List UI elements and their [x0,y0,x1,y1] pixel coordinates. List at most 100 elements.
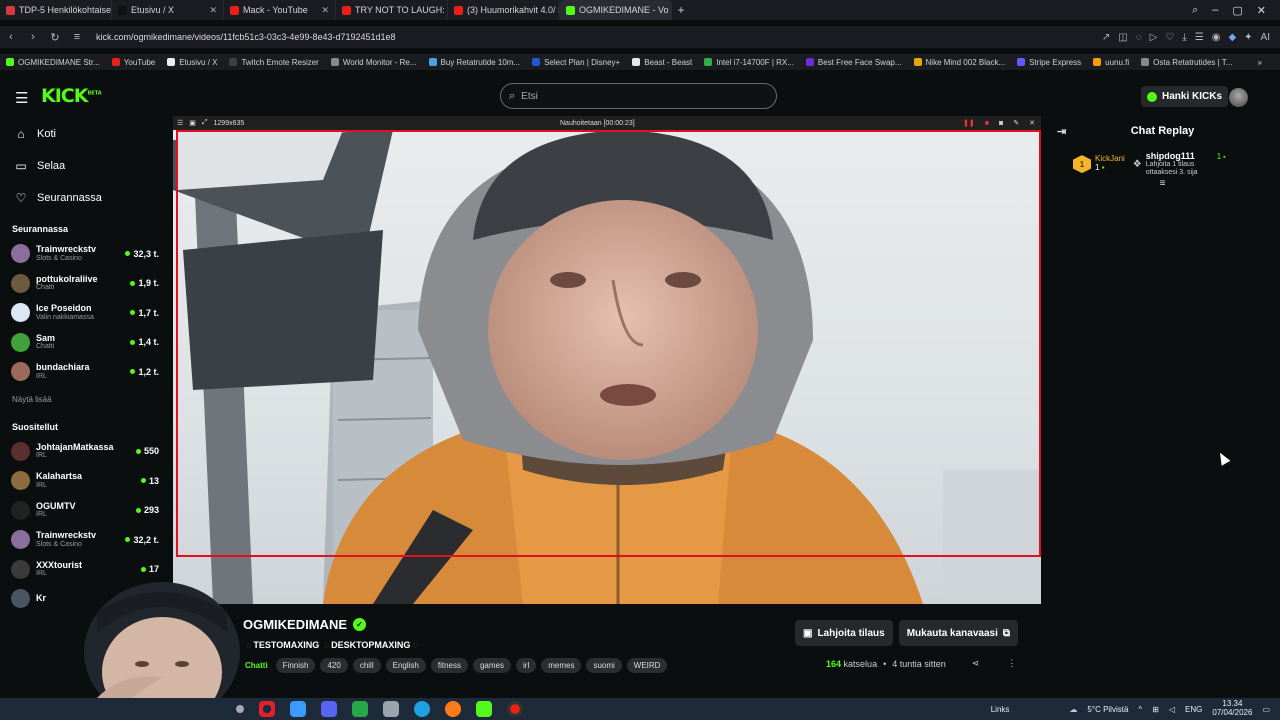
close-recorder-icon[interactable]: ✕ [1029,119,1035,127]
recorder-resize-icon[interactable]: ⤢ [202,119,208,127]
bookmark-item[interactable]: OGMIKEDIMANE Str... [0,58,106,67]
browser-tab[interactable]: OGMIKEDIMANE - Vo✕ [560,0,672,20]
clock[interactable]: 13.34 07/04/2026 [1212,699,1252,718]
site-info-icon[interactable]: ≡ [66,31,88,43]
gift-slot-2[interactable]: ❖ shipdog111 1 ▪ Lahjoita 1 tilaus ottaa… [1133,151,1226,176]
collapse-chat-icon[interactable]: ⇥ [1057,125,1066,138]
reload-button[interactable]: ↻ [44,31,66,44]
expand-leaderboard-icon[interactable]: ≡ [1045,178,1280,189]
channel-name[interactable]: OGMIKEDIMANE ✓ [243,617,366,632]
bookmark-star-icon[interactable]: ♡ [1165,32,1174,43]
volume-icon[interactable]: ◁ [1169,705,1175,714]
network-icon[interactable]: ⊞ [1152,705,1159,714]
browser-tab[interactable]: TDP-5 Henkilökohtaisesti✕ [0,0,112,20]
hamburger-menu-icon[interactable]: ☰ [15,89,28,107]
tag-chip[interactable]: games [472,658,511,673]
user-avatar[interactable] [1229,88,1248,107]
opera-icon[interactable] [259,701,275,717]
channel-item[interactable]: OGUMTV IRL 293 [0,496,170,526]
browser-tab[interactable]: Mack - YouTube ✕ [224,0,336,20]
get-kicks-button[interactable]: Hanki KICKs [1141,86,1229,107]
channel-item[interactable]: JohtajanMatkassa IRL 550 [0,437,170,467]
show-more-link[interactable]: Näytä lisää [0,387,170,412]
notifications-icon[interactable]: ▭ [1262,705,1270,714]
search-input[interactable] [521,90,742,102]
shield-icon[interactable]: ◌ [1136,32,1142,43]
edge-icon[interactable] [414,701,430,717]
browser-tab[interactable]: (3) Huumorikahvit 4.0/ Sp✕ [448,0,560,20]
bookmark-item[interactable]: Osta Retatrutides | T... [1135,58,1238,67]
more-options-icon[interactable]: ⋮ [1007,658,1016,669]
tag-chip[interactable]: 420 [320,658,348,673]
stream-category[interactable]: Chatti [242,658,271,673]
channel-item[interactable]: bundachiara IRL 1,2 t. [0,357,170,387]
bookmark-item[interactable]: Nike Mind 002 Black... [908,58,1012,67]
channel-item[interactable]: Sam Chatti 1,4 t. [0,328,170,358]
app-grid-icon[interactable] [290,701,306,717]
nav-home[interactable]: ⌂ Koti [0,118,170,150]
recorder-window-icon[interactable]: ▣ [189,119,196,127]
bookmark-item[interactable]: YouTube [106,58,161,67]
ai-icon[interactable]: AI [1261,32,1270,43]
bookmark-item[interactable]: Beast - Beast [626,58,698,67]
tag-chip[interactable]: WEIRD [626,658,668,673]
bookmark-item[interactable]: uunu.fi [1087,58,1135,67]
extension-puzzle-icon[interactable]: ✦ [1244,32,1252,43]
share-icon[interactable]: ⋖ [972,658,980,669]
customize-channel-button[interactable]: Mukauta kanavaasi ⧉ [898,620,1018,646]
close-tab-icon[interactable]: ✕ [209,5,217,16]
tag-chip[interactable]: irl [516,658,537,673]
bookmark-item[interactable]: Twitch Emote Resizer [223,58,324,67]
bookmark-item[interactable]: Etusivu / X [161,58,223,67]
nav-browse[interactable]: ▭ Selaa [0,150,170,182]
stop-recording-icon[interactable]: ■ [985,120,989,127]
tag-chip[interactable]: memes [541,658,582,673]
input-language[interactable]: ENG [1185,705,1202,714]
tag-chip[interactable]: fitness [430,658,468,673]
record-app-icon[interactable] [507,701,523,717]
download-icon[interactable]: ⤓ [1182,32,1186,43]
channel-item[interactable]: Trainwreckstv Slots & Casino 32,3 t. [0,239,170,269]
search-tabs-icon[interactable]: ⌕ [1192,4,1198,17]
links-toolbar[interactable]: Links [991,705,1010,714]
close-tab-icon[interactable]: ✕ [321,5,329,16]
bookmarks-overflow-icon[interactable]: » [1258,58,1280,67]
extension-twitch-icon[interactable]: ◆ [1228,32,1236,43]
share-icon[interactable]: ↗ [1102,32,1110,43]
tray-chevron-icon[interactable]: ^ [1138,705,1142,714]
bookmark-item[interactable]: Intel i7-14700F | RX... [698,58,800,67]
new-tab-button[interactable]: + [672,3,690,17]
channel-item[interactable]: Trainwreckstv Slots & Casino 32,2 t. [0,525,170,555]
bookmark-item[interactable]: World Monitor - Re... [325,58,423,67]
discord-icon[interactable] [321,701,337,717]
maximize-button[interactable]: ▢ [1232,4,1242,17]
screenshot-icon[interactable]: ◫ [1118,32,1127,43]
bookmark-item[interactable]: Stripe Express [1011,58,1087,67]
shield-app-icon[interactable] [383,701,399,717]
kick-app-icon[interactable] [476,701,492,717]
firefox-icon[interactable] [445,701,461,717]
play-icon[interactable]: ▷ [1150,32,1158,43]
tag-chip[interactable]: suomi [586,658,622,673]
url-field[interactable]: kick.com/ogmikedimane/videos/11fcb51c3-0… [96,32,1102,42]
video-player[interactable]: ☰ ▣ ⤢ 1299x635 Nauhoitetaan [00:00:23] ❚… [173,116,1041,604]
pen-icon[interactable]: ✎ [1013,119,1019,127]
close-window-button[interactable]: ✕ [1257,4,1266,17]
weather-text[interactable]: 5°C Pilvistä [1087,705,1128,714]
back-button[interactable]: ‹ [0,31,22,43]
forward-button[interactable]: › [22,31,44,43]
kick-logo[interactable]: KICKBETA [41,85,102,107]
tag-chip[interactable]: Finnish [275,658,316,673]
top-gifter[interactable]: 1 KickJani 1 ▪ [1073,152,1125,176]
search-bar[interactable]: ⌕ [500,83,777,109]
pause-recording-icon[interactable]: ❚❚ [963,119,975,127]
channel-item[interactable]: Kalahartsa IRL 13 [0,466,170,496]
tag-chip[interactable]: chill [352,658,381,673]
minimize-button[interactable]: – [1212,4,1218,16]
channel-item[interactable]: pottukolraliive Chatti 1,9 t. [0,269,170,299]
bookmark-item[interactable]: Select Plan | Disney+ [526,58,626,67]
camera-icon[interactable]: ◙ [999,120,1003,127]
sheets-icon[interactable] [352,701,368,717]
weather-icon[interactable]: ☁ [1069,705,1077,714]
recorder-menu-icon[interactable]: ☰ [177,119,183,127]
